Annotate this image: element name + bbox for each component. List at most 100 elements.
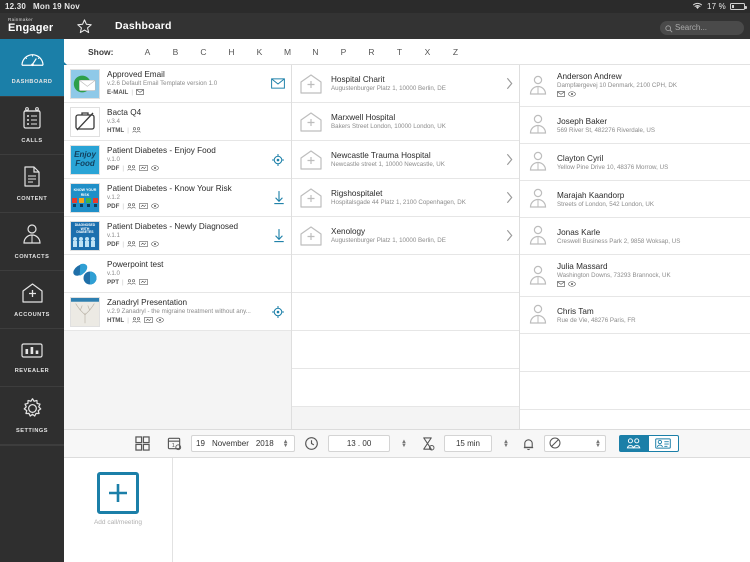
date-year[interactable]: 2018: [256, 439, 274, 448]
envelope-icon[interactable]: [271, 78, 285, 89]
sidebar-item-content[interactable]: CONTENT: [0, 155, 64, 213]
account-address: Hospitalsgade 44 Platz 1, 2100 Copenhage…: [331, 199, 466, 206]
sidebar: DASHBOARD CALLS CONTENT CONTACTS ACCOUNT…: [0, 39, 64, 562]
content-title: Zanadryl Presentation: [107, 298, 188, 308]
filter-letter-c[interactable]: C: [190, 47, 218, 57]
filter-letter-z[interactable]: Z: [442, 47, 470, 57]
clock-icon[interactable]: [304, 436, 319, 451]
empty-list-row: [520, 372, 750, 410]
filter-letter-x[interactable]: X: [414, 47, 442, 57]
filter-letter-k[interactable]: K: [246, 47, 274, 57]
reminder-field[interactable]: ▲ ▼: [543, 435, 606, 452]
list-item[interactable]: Zanadryl Presentation v.2.9 Zanadryl - t…: [64, 293, 291, 331]
empty-list-row: [520, 334, 750, 372]
star-icon[interactable]: [76, 18, 93, 35]
list-item[interactable]: Newcastle Trauma Hospital Newcastle stre…: [292, 141, 519, 179]
list-item[interactable]: Jonas Karle Creswell Business Park 2, 98…: [520, 218, 750, 255]
filter-letter-t[interactable]: T: [386, 47, 414, 57]
gauge-icon: [20, 50, 45, 76]
list-item[interactable]: Chris Tam Rue de Vie, 48276 Paris, FR: [520, 297, 750, 334]
sidebar-item-contacts[interactable]: CONTACTS: [0, 213, 64, 271]
filter-letter-r[interactable]: R: [358, 47, 386, 57]
sidebar-item-revealer[interactable]: REVEALER: [0, 329, 64, 387]
filter-letter-n[interactable]: N: [302, 47, 330, 57]
eye-icon: [151, 165, 159, 173]
chevron-right-icon[interactable]: [506, 153, 513, 166]
contacts-column: Anderson Andrew Dampfærgevej 10 Denmark,…: [520, 65, 750, 429]
bell-icon[interactable]: [522, 437, 535, 451]
wifi-icon: [692, 2, 703, 12]
list-item[interactable]: Xenology Augustenburger Platz 1, 10000 B…: [292, 217, 519, 255]
date-stepper[interactable]: ▲ ▼: [283, 439, 289, 449]
duration-stepper[interactable]: ▲ ▼: [503, 439, 509, 449]
date-field[interactable]: 19 November 2018 ▲ ▼: [191, 435, 296, 452]
download-icon[interactable]: [273, 190, 285, 205]
meta-separator: |: [127, 317, 129, 325]
list-item[interactable]: Marxwell Hospital Bakers Street London, …: [292, 103, 519, 141]
list-item[interactable]: Clayton Cyril Yellow Pine Drive 10, 4837…: [520, 144, 750, 181]
account-name: Marxwell Hospital: [331, 113, 396, 122]
content-type: PDF: [107, 203, 120, 211]
two-people-icon[interactable]: [618, 435, 649, 452]
sidebar-item-settings[interactable]: SETTINGS: [0, 387, 64, 445]
person-card-icon[interactable]: [648, 435, 679, 452]
chevron-right-icon[interactable]: [506, 191, 513, 204]
download-icon[interactable]: [273, 228, 285, 243]
filter-letter-b[interactable]: B: [162, 47, 190, 57]
duration-field[interactable]: 15 min: [444, 435, 492, 452]
list-item[interactable]: Joseph Baker 569 River St, 482276 Riverd…: [520, 107, 750, 144]
target-icon[interactable]: [271, 305, 285, 319]
list-item[interactable]: Approved Email v.2.6 Default Email Templ…: [64, 65, 291, 103]
search-container[interactable]: [660, 17, 744, 35]
filter-letter-h[interactable]: H: [218, 47, 246, 57]
content-subtitle: v.1.0: [107, 156, 120, 164]
sidebar-item-dashboard[interactable]: DASHBOARD: [0, 39, 64, 97]
content-meta: PPT |: [107, 279, 280, 287]
filter-letter-m[interactable]: M: [274, 47, 302, 57]
list-item[interactable]: Rigshospitalet Hospitalsgade 44 Platz 1,…: [292, 179, 519, 217]
presentation-icon: [139, 203, 148, 211]
grid-view-icon[interactable]: [135, 436, 150, 451]
search-input[interactable]: [660, 20, 744, 35]
contact-name: Jonas Karle: [557, 227, 601, 237]
plus-icon[interactable]: [97, 472, 139, 514]
add-call-meeting-panel[interactable]: Add call/meeting: [64, 458, 173, 562]
empty-list-row: [292, 331, 519, 369]
list-item[interactable]: Powerpoint test v.1.0 PPT |: [64, 255, 291, 293]
content-type: PDF: [107, 241, 120, 249]
chevron-right-icon[interactable]: [506, 229, 513, 242]
sidebar-item-label: CONTACTS: [14, 254, 50, 260]
list-item[interactable]: Julia Massard Washington Downs, 73293 Br…: [520, 255, 750, 297]
sidebar-item-calls[interactable]: CALLS: [0, 97, 64, 155]
reminder-stepper[interactable]: ▲ ▼: [595, 439, 601, 449]
time-stepper[interactable]: ▲ ▼: [401, 439, 407, 449]
sidebar-item-accounts[interactable]: ACCOUNTS: [0, 271, 64, 329]
time-value[interactable]: 13 . 00: [347, 439, 371, 448]
app-logo: Rainmaker Engager: [8, 17, 70, 35]
time-field[interactable]: 13 . 00: [328, 435, 391, 452]
list-item[interactable]: DIAGNOSED WITH DIABETES Patient Diabetes…: [64, 217, 291, 255]
list-item[interactable]: Marajah Kaandorp Streets of London, 542 …: [520, 181, 750, 218]
filter-letter-a[interactable]: A: [134, 47, 162, 57]
list-item[interactable]: Bacta Q4 v.3.4 HTML |: [64, 103, 291, 141]
hospital-icon: [21, 282, 44, 309]
list-item[interactable]: Hospital Charit Augustenburger Platz 1, …: [292, 65, 519, 103]
list-item[interactable]: KNOW YOUR RISK Patient Diabetes - Know Y…: [64, 179, 291, 217]
list-item[interactable]: Anderson Andrew Dampfærgevej 10 Denmark,…: [520, 65, 750, 107]
person-icon: [526, 263, 550, 289]
sidebar-filler: [0, 445, 64, 562]
date-day[interactable]: 19: [196, 439, 205, 448]
chevron-right-icon[interactable]: [506, 77, 513, 90]
list-item[interactable]: Enjoy Food Patient Diabetes - Enjoy Food…: [64, 141, 291, 179]
content-type: PPT: [107, 279, 120, 287]
calendar-icon[interactable]: 1: [167, 436, 182, 451]
hourglass-icon[interactable]: [420, 436, 435, 451]
target-icon[interactable]: [271, 153, 285, 167]
duration-value[interactable]: 15 min: [456, 439, 480, 448]
date-month[interactable]: November: [212, 439, 249, 448]
empty-list-row: [292, 255, 519, 293]
account-name: Rigshospitalet: [331, 189, 383, 198]
filter-letter-p[interactable]: P: [330, 47, 358, 57]
person-icon: [526, 302, 550, 328]
content-subtitle: v.3.4: [107, 118, 120, 126]
